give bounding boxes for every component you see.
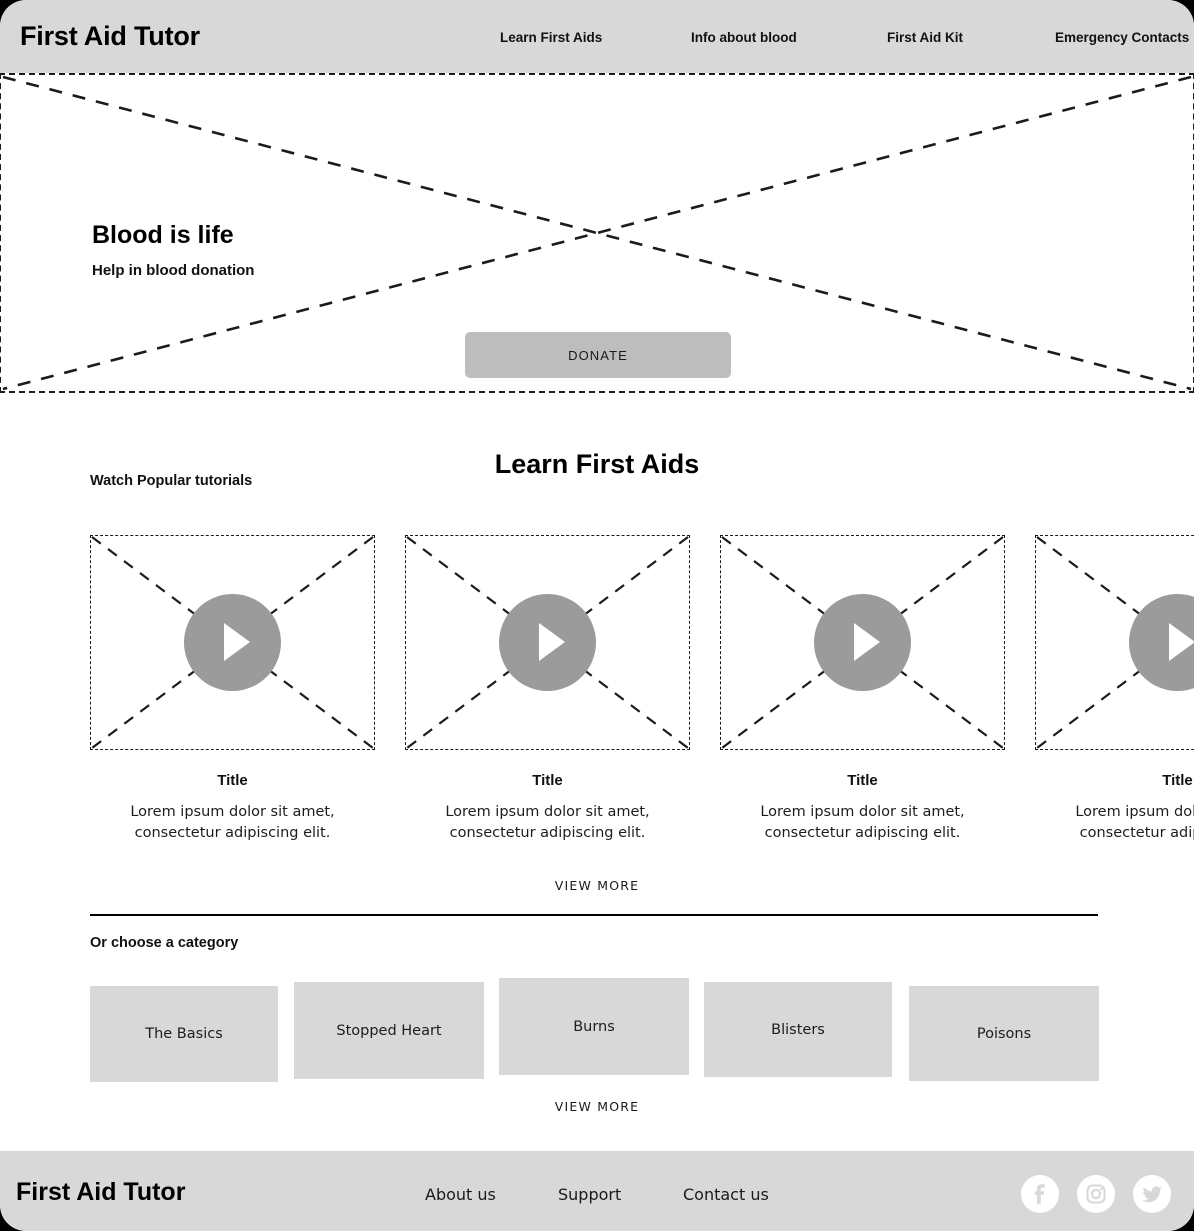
tutorial-card-description: Lorem ipsum dolor sit amet, consectetur … — [1075, 804, 1194, 841]
tutorial-card-title: Title — [1162, 772, 1193, 789]
tutorial-card-title: Title — [532, 772, 563, 789]
nav-item-first-aid-kit[interactable]: First Aid Kit — [887, 30, 963, 45]
footer-link-about-us[interactable]: About us — [425, 1185, 496, 1204]
view-more-categories-link[interactable]: VIEW MORE — [0, 1099, 1194, 1114]
video-thumbnail[interactable] — [90, 535, 375, 750]
footer-logo[interactable]: First Aid Tutor — [16, 1178, 185, 1207]
tutorial-card-description: Lorem ipsum dolor sit amet, consectetur … — [130, 804, 335, 841]
section-divider — [90, 914, 1098, 916]
facebook-icon[interactable] — [1021, 1175, 1059, 1213]
play-icon[interactable] — [814, 594, 911, 691]
category-stopped-heart[interactable]: Stopped Heart — [294, 982, 484, 1079]
footer-link-contact-us[interactable]: Contact us — [683, 1185, 769, 1204]
social-links — [1012, 1175, 1176, 1215]
video-thumbnail[interactable] — [405, 535, 690, 750]
tutorial-card-description: Lorem ipsum dolor sit amet, consectetur … — [445, 804, 650, 841]
tutorial-card: Title Lorem ipsum dolor sit amet, consec… — [1035, 535, 1194, 844]
choose-category-label: Or choose a category — [90, 935, 239, 951]
nav-item-info-about-blood[interactable]: Info about blood — [691, 30, 797, 45]
tutorial-card-title: Title — [217, 772, 248, 789]
nav-item-learn-first-aids[interactable]: Learn First Aids — [500, 30, 602, 45]
tutorial-card: Title Lorem ipsum dolor sit amet, consec… — [720, 535, 1005, 844]
play-icon[interactable] — [184, 594, 281, 691]
twitter-icon[interactable] — [1133, 1175, 1171, 1213]
hero-subtitle: Help in blood donation — [92, 262, 255, 279]
watch-popular-tutorials-label: Watch Popular tutorials — [90, 473, 253, 489]
hero-title: Blood is life — [92, 220, 234, 249]
footer-link-support[interactable]: Support — [558, 1185, 621, 1204]
video-thumbnail[interactable] — [1035, 535, 1194, 750]
site-footer: First Aid Tutor About us Support Contact… — [0, 1151, 1194, 1231]
tutorial-card-title: Title — [847, 772, 878, 789]
category-burns[interactable]: Burns — [499, 978, 689, 1075]
hero-banner: Blood is life Help in blood donation DON… — [0, 73, 1194, 393]
tutorial-card-list: Title Lorem ipsum dolor sit amet, consec… — [90, 535, 1194, 841]
page-canvas: First Aid Tutor Learn First Aids Info ab… — [0, 0, 1194, 1231]
site-logo[interactable]: First Aid Tutor — [20, 21, 200, 52]
donate-button[interactable]: DONATE — [465, 332, 731, 378]
tutorial-card-description: Lorem ipsum dolor sit amet, consectetur … — [760, 804, 965, 841]
video-thumbnail[interactable] — [720, 535, 1005, 750]
category-poisons[interactable]: Poisons — [909, 986, 1099, 1081]
instagram-icon[interactable] — [1077, 1175, 1115, 1213]
tutorial-card: Title Lorem ipsum dolor sit amet, consec… — [90, 535, 375, 844]
play-icon[interactable] — [499, 594, 596, 691]
site-header: First Aid Tutor Learn First Aids Info ab… — [0, 0, 1194, 74]
nav-item-emergency-contacts[interactable]: Emergency Contacts — [1055, 30, 1189, 45]
view-more-tutorials-link[interactable]: VIEW MORE — [0, 878, 1194, 893]
tutorial-card: Title Lorem ipsum dolor sit amet, consec… — [405, 535, 690, 844]
category-the-basics[interactable]: The Basics — [90, 986, 278, 1082]
category-blisters[interactable]: Blisters — [704, 982, 892, 1077]
main-navigation: Learn First Aids Info about blood First … — [480, 30, 1194, 50]
